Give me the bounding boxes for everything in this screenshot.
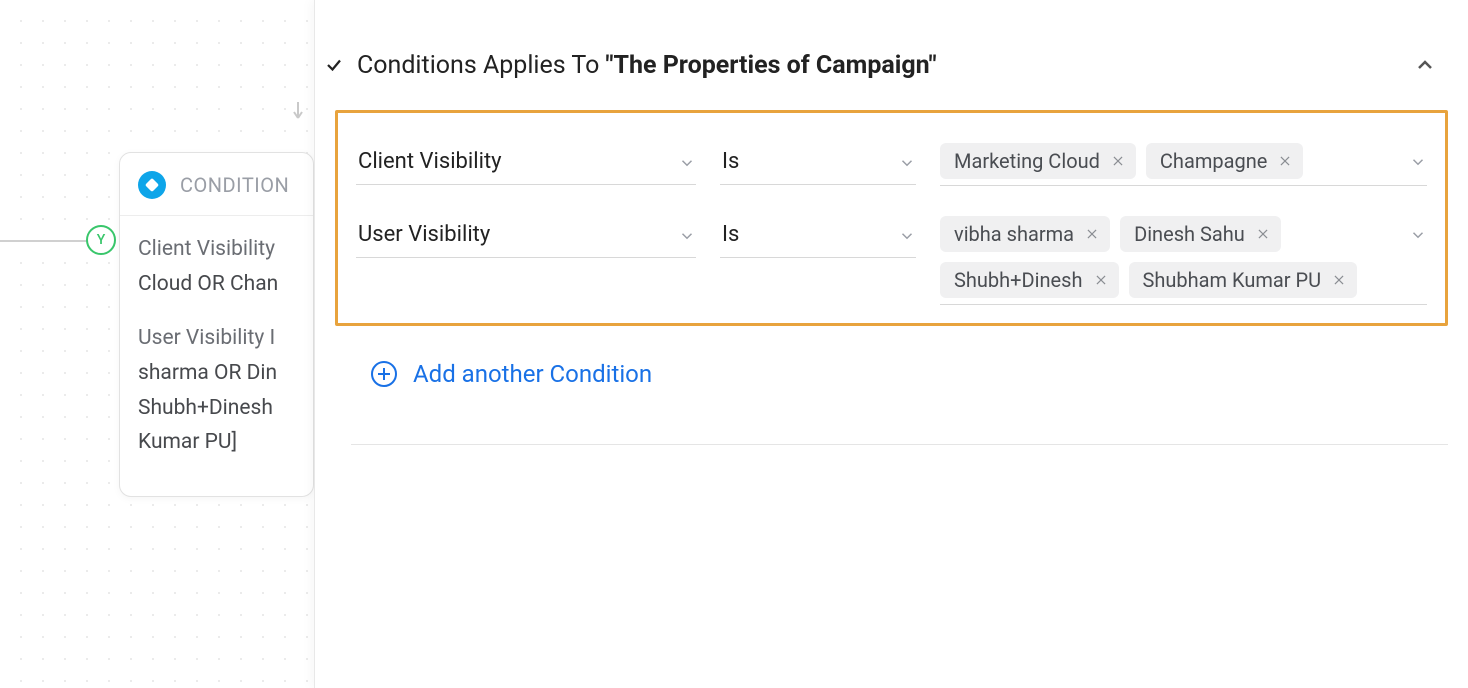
value-multiselect[interactable]: Marketing Cloud Champagne [940, 143, 1427, 186]
field-select[interactable]: User Visibility [356, 216, 696, 258]
remove-tag-icon[interactable] [1331, 272, 1347, 288]
remove-tag-icon[interactable] [1110, 153, 1126, 169]
condition-node-card[interactable]: CONDITION Client Visibility Cloud OR Cha… [119, 152, 314, 497]
condition-row: Client Visibility Is Marketing Cloud Ch [356, 143, 1427, 186]
yes-branch-badge: Y [86, 225, 116, 255]
summary-cond1-values: Cloud OR Chan [138, 267, 295, 302]
value-tag: Shubham Kumar PU [1129, 262, 1358, 298]
value-tag: vibha sharma [940, 216, 1110, 252]
operator-select-value: Is [722, 149, 739, 174]
summary-cond2-line: Kumar PU] [138, 425, 295, 460]
connector-line [0, 240, 88, 242]
value-multiselect[interactable]: vibha sharma Dinesh Sahu Shubh+Dinesh [940, 216, 1427, 305]
conditions-panel: Conditions Applies To "The Properties of… [314, 0, 1468, 688]
summary-cond1-field: Client Visibility [138, 232, 295, 267]
remove-tag-icon[interactable] [1084, 226, 1100, 242]
tag-label: Champagne [1160, 149, 1267, 173]
field-select-value: Client Visibility [358, 149, 502, 174]
tag-label: Dinesh Sahu [1134, 222, 1245, 246]
operator-select[interactable]: Is [720, 143, 916, 185]
chevron-down-icon [898, 226, 916, 244]
panel-divider [351, 444, 1448, 445]
add-condition-label: Add another Condition [413, 360, 652, 388]
value-tag: Marketing Cloud [940, 143, 1136, 179]
check-icon [323, 54, 345, 76]
value-tag: Shubh+Dinesh [940, 262, 1119, 298]
tag-label: Shubh+Dinesh [954, 268, 1083, 292]
summary-cond2-field: User Visibility I [138, 321, 295, 356]
chevron-down-icon [898, 153, 916, 171]
tags-wrap: vibha sharma Dinesh Sahu Shubh+Dinesh [940, 216, 1403, 298]
operator-select-value: Is [722, 222, 739, 247]
panel-header[interactable]: Conditions Applies To "The Properties of… [315, 10, 1468, 110]
panel-title-bold: "The Properties of Campaign" [606, 51, 937, 80]
value-tag: Dinesh Sahu [1120, 216, 1281, 252]
node-title: CONDITION [180, 173, 289, 197]
tags-wrap: Marketing Cloud Champagne [940, 143, 1403, 179]
field-select[interactable]: Client Visibility [356, 143, 696, 185]
chevron-down-icon [1409, 226, 1427, 244]
chevron-down-icon [678, 226, 696, 244]
condition-diamond-icon [138, 171, 166, 199]
plus-circle-icon [371, 361, 397, 387]
remove-tag-icon[interactable] [1277, 153, 1293, 169]
panel-title: Conditions Applies To "The Properties of… [357, 51, 1410, 80]
tag-label: vibha sharma [954, 222, 1074, 246]
tag-label: Shubham Kumar PU [1143, 268, 1322, 292]
node-summary: Client Visibility Cloud OR Chan User Vis… [120, 216, 313, 460]
value-tag: Champagne [1146, 143, 1303, 179]
chevron-down-icon [678, 153, 696, 171]
tag-label: Marketing Cloud [954, 149, 1100, 173]
condition-row: User Visibility Is vibha sharma Dinesh [356, 216, 1427, 305]
summary-cond2-line: Shubh+Dinesh [138, 391, 295, 426]
collapse-button[interactable] [1410, 50, 1440, 80]
remove-tag-icon[interactable] [1093, 272, 1109, 288]
field-select-value: User Visibility [358, 222, 490, 247]
summary-cond2-line: sharma OR Din [138, 356, 295, 391]
panel-title-prefix: Conditions Applies To [357, 51, 606, 80]
conditions-container: Client Visibility Is Marketing Cloud Ch [335, 110, 1448, 326]
node-header: CONDITION [120, 153, 313, 216]
add-condition-button[interactable]: Add another Condition [371, 360, 652, 388]
chevron-down-icon [1409, 153, 1427, 171]
operator-select[interactable]: Is [720, 216, 916, 258]
remove-tag-icon[interactable] [1255, 226, 1271, 242]
